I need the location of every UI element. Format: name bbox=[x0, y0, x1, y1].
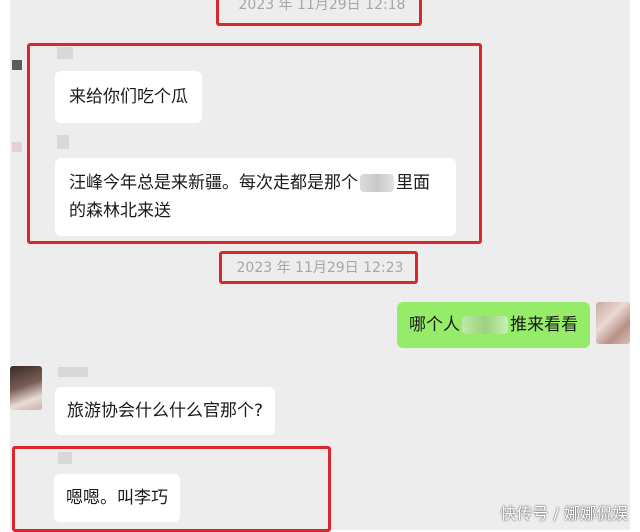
message-text: 哪个人 bbox=[409, 315, 460, 335]
message-bubble[interactable]: 嗯嗯。叫李巧 bbox=[54, 474, 180, 522]
sender-name-blurred bbox=[58, 367, 88, 377]
message-bubble[interactable]: 旅游协会什么什么官那个? bbox=[55, 387, 276, 435]
message-bubble[interactable]: 汪峰今年总是来新疆。每次走都是那个 里面 的森林北来送 bbox=[55, 158, 456, 236]
sender-name-blurred bbox=[58, 452, 72, 464]
message-bubble[interactable]: 来给你们吃个瓜 bbox=[55, 71, 202, 123]
censored-blur bbox=[360, 174, 394, 192]
sent-message-bubble[interactable]: 哪个人 推来看看 bbox=[397, 302, 590, 348]
avatar-fragment bbox=[12, 60, 22, 70]
message-line: 汪峰今年总是来新疆。每次走都是那个 里面 bbox=[69, 169, 442, 197]
censored-blur bbox=[462, 316, 508, 334]
message-text: 旅游协会什么什么官那个? bbox=[67, 401, 264, 421]
highlight-box-top-timestamp bbox=[216, 0, 422, 26]
source-watermark: 快传号 / 娜娜侃娱 bbox=[500, 504, 628, 523]
message-line: 的森林北来送 bbox=[69, 201, 171, 221]
sender-name-blurred bbox=[57, 47, 73, 59]
message-text: 汪峰今年总是来新疆。每次走都是那个 bbox=[69, 173, 358, 193]
highlight-box-mid-timestamp bbox=[219, 251, 418, 284]
message-text: 嗯嗯。叫李巧 bbox=[66, 488, 168, 508]
user-avatar[interactable] bbox=[596, 302, 630, 344]
message-text: 里面 bbox=[396, 173, 430, 193]
avatar-fragment bbox=[12, 142, 22, 152]
sender-name-blurred bbox=[57, 135, 69, 149]
message-text: 推来看看 bbox=[510, 315, 578, 335]
message-text: 来给你们吃个瓜 bbox=[69, 87, 188, 107]
contact-avatar[interactable] bbox=[10, 366, 42, 410]
